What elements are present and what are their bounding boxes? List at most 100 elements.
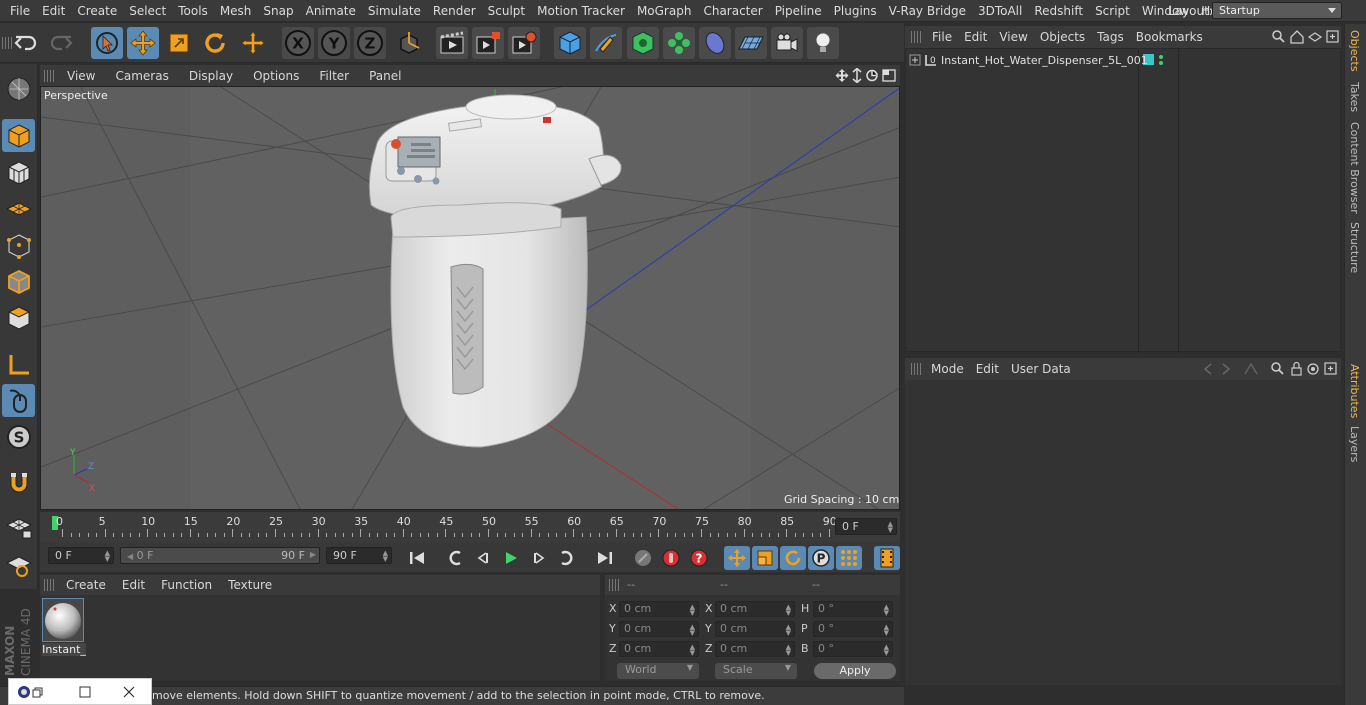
y-axis-button[interactable]: Y (318, 27, 350, 59)
menu-tools[interactable]: Tools (172, 0, 214, 22)
attributes-nav-icons[interactable] (1201, 361, 1339, 377)
object-menu-edit[interactable]: Edit (961, 26, 996, 44)
menu-render[interactable]: Render (427, 0, 482, 22)
material-menu-function[interactable]: Function (153, 575, 220, 592)
menu-character[interactable]: Character (697, 0, 768, 22)
tab-layers[interactable]: Layers (1348, 426, 1361, 462)
tab-structure[interactable]: Structure (1348, 222, 1361, 273)
menu-edit[interactable]: Edit (36, 0, 71, 22)
keyframe-selection-button[interactable]: ? (686, 546, 712, 570)
edit-render-settings-button[interactable] (508, 27, 540, 59)
snap-button[interactable] (2, 466, 35, 499)
viewport-menu-display[interactable]: Display (178, 65, 242, 83)
floor-button[interactable] (735, 27, 767, 59)
menu-mesh[interactable]: Mesh (214, 0, 258, 22)
attributes-menu-user-data[interactable]: User Data (1009, 358, 1081, 376)
workplane-lock-button[interactable] (2, 510, 35, 543)
rotate-button[interactable] (199, 27, 231, 59)
cube-button[interactable] (554, 27, 586, 59)
menu-3dtoall[interactable]: 3DToAll (972, 0, 1028, 22)
coordinate-mode-dropdown[interactable]: World ▼ (617, 663, 699, 679)
material-menu-create[interactable]: Create (58, 575, 114, 592)
object-name[interactable]: Instant_Hot_Water_Dispenser_5L_001 (941, 54, 1148, 67)
material-menu-edit[interactable]: Edit (114, 575, 153, 592)
viewport-menu-panel[interactable]: Panel (358, 65, 410, 83)
object-menu-objects[interactable]: Objects (1037, 26, 1094, 44)
axis-mode-button[interactable] (2, 348, 35, 381)
timeline-ruler[interactable]: 0 5 10 15 20 25 30 35 40 45 50 55 60 65 70 75 80 85 90 0 F… (40, 512, 900, 542)
next-frame-button[interactable] (526, 546, 552, 570)
object-menu-bookmarks[interactable]: Bookmarks (1133, 26, 1212, 44)
key-parameter-button[interactable]: P (808, 546, 834, 570)
viewport-menu-options[interactable]: Options (242, 65, 308, 83)
cinema4d-app-icon[interactable] (17, 685, 31, 699)
edge-mode-button[interactable] (2, 265, 35, 298)
pen-button[interactable] (590, 27, 622, 59)
menu-file[interactable]: File (4, 0, 36, 22)
render-picture-viewer-button[interactable] (472, 27, 504, 59)
size-x-field[interactable]: 0 cm ▲ ▼ (715, 601, 795, 617)
go-to-end-button[interactable] (592, 546, 618, 570)
maximize-icon[interactable] (79, 686, 91, 698)
close-icon[interactable] (123, 686, 135, 698)
undo-button[interactable] (10, 27, 42, 59)
menu-simulate[interactable]: Simulate (362, 0, 427, 22)
menu-select[interactable]: Select (123, 0, 172, 22)
live-selection-button[interactable] (91, 27, 123, 59)
apply-button[interactable]: Apply (814, 663, 896, 679)
workplane-mode-button[interactable] (2, 192, 35, 225)
make-editable-button[interactable] (2, 72, 35, 105)
model-mode-button[interactable] (2, 119, 35, 152)
end-frame-field[interactable]: 90 F ▲ ▼ (326, 547, 392, 564)
viewport-nav-icons[interactable] (835, 68, 897, 83)
rotation-b-field[interactable]: 0 ° ▲ ▼ (813, 641, 893, 657)
menu-sculpt[interactable]: Sculpt (482, 0, 531, 22)
viewport-menu-view[interactable]: View (56, 65, 104, 83)
material-name[interactable]: Instant_ (42, 643, 86, 656)
tab-objects[interactable]: Objects (1348, 30, 1361, 72)
deformer-button[interactable] (699, 27, 731, 59)
recent-tool-button[interactable] (237, 27, 269, 59)
coordinate-system-button[interactable] (393, 27, 425, 59)
menu-snap[interactable]: Snap (257, 0, 299, 22)
menu-redshift[interactable]: Redshift (1028, 0, 1089, 22)
restore-icon[interactable] (31, 687, 43, 699)
attributes-menu-edit[interactable]: Edit (974, 358, 1009, 376)
light-button[interactable] (807, 27, 839, 59)
size-mode-dropdown[interactable]: Scale ▼ (715, 663, 797, 679)
tab-takes[interactable]: Takes (1348, 82, 1361, 112)
record-active-objects-button[interactable] (630, 546, 656, 570)
polygon-mode-button[interactable] (2, 301, 35, 334)
perspective-viewport[interactable]: Y Z X (40, 86, 900, 510)
rotation-p-field[interactable]: 0 ° ▲ ▼ (813, 621, 893, 637)
menu-animate[interactable]: Animate (300, 0, 362, 22)
current-frame-field[interactable]: 0 F ▲ ▼ (835, 518, 897, 535)
redo-button[interactable] (45, 27, 77, 59)
material-swatch[interactable] (42, 598, 84, 642)
tab-content-browser[interactable]: Content Browser (1348, 122, 1361, 214)
timeline-window-button[interactable] (874, 546, 900, 570)
layout-dropdown[interactable]: Startup (1212, 2, 1342, 19)
rotation-h-field[interactable]: 0 ° ▲ ▼ (813, 601, 893, 617)
subdivision-surface-button[interactable] (627, 27, 659, 59)
menu-script[interactable]: Script (1089, 0, 1136, 22)
key-scale-button[interactable] (752, 546, 778, 570)
render-view-button[interactable] (436, 27, 468, 59)
menu-mograph[interactable]: MoGraph (631, 0, 698, 22)
key-point-level-button[interactable] (836, 546, 862, 570)
size-y-field[interactable]: 0 cm ▲ ▼ (715, 621, 795, 637)
z-axis-button[interactable]: Z (354, 27, 386, 59)
expand-icon[interactable] (909, 54, 921, 66)
planar-workplane-button[interactable] (2, 548, 35, 581)
menu-plugins[interactable]: Plugins (828, 0, 883, 22)
scale-button[interactable] (163, 27, 195, 59)
object-menu-view[interactable]: View (996, 26, 1036, 44)
texture-mode-button[interactable] (2, 156, 35, 189)
autokeying-button[interactable] (658, 546, 684, 570)
position-x-field[interactable]: 0 cm ▲ ▼ (619, 601, 699, 617)
start-frame-field[interactable]: 0 F ▲ ▼ (48, 547, 114, 564)
attributes-menu-mode[interactable]: Mode (929, 358, 974, 376)
point-mode-button[interactable] (2, 229, 35, 262)
viewport-menu-filter[interactable]: Filter (308, 65, 358, 83)
menu-vray-bridge[interactable]: V-Ray Bridge (883, 0, 972, 22)
